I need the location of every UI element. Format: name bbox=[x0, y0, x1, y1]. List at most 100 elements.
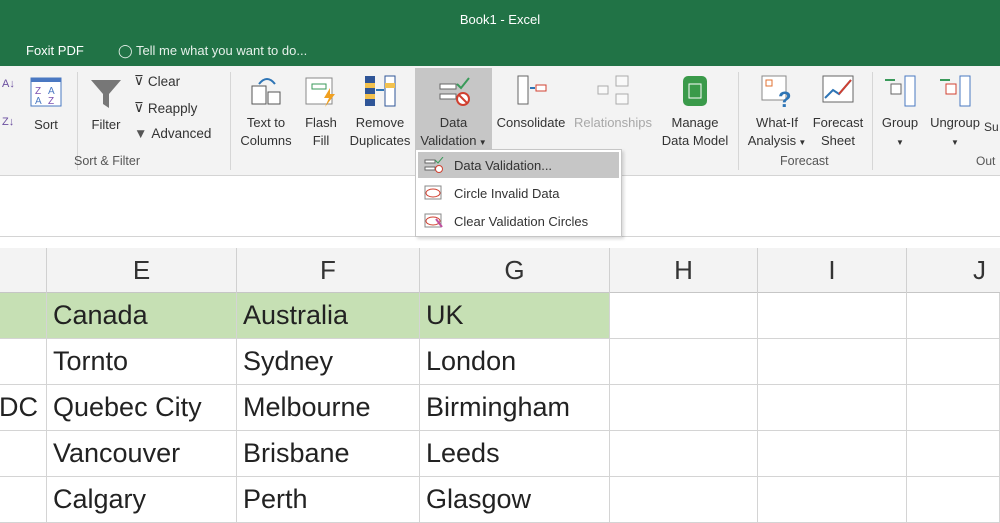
sort-button[interactable]: ZAAZ Sort bbox=[28, 76, 64, 134]
clear-filter-icon: ⊽ bbox=[134, 73, 144, 88]
manage-data-model-button[interactable]: Manage Data Model bbox=[658, 74, 732, 150]
label-line-2: Fill bbox=[312, 133, 330, 148]
consolidate-button[interactable]: Consolidate bbox=[494, 74, 568, 132]
label-line-1: Data bbox=[439, 115, 468, 130]
cell-h5[interactable] bbox=[610, 477, 758, 523]
cell-f4[interactable]: Brisbane bbox=[237, 431, 420, 477]
menu-item-data-validation[interactable]: Data Validation... bbox=[418, 152, 619, 178]
cell-g5[interactable]: Glasgow bbox=[420, 477, 610, 523]
cell-f1[interactable]: Australia bbox=[237, 293, 420, 339]
cell-i1[interactable] bbox=[758, 293, 907, 339]
group-icon bbox=[885, 75, 916, 107]
advanced-button[interactable]: ▼ Advanced bbox=[134, 126, 211, 141]
cell-f3[interactable]: Melbourne bbox=[237, 385, 420, 431]
cell-f5[interactable]: Perth bbox=[237, 477, 420, 523]
text-to-columns-icon bbox=[251, 78, 281, 105]
cell-j2[interactable] bbox=[907, 339, 1000, 385]
dropdown-arrow-icon: ▼ bbox=[476, 138, 487, 147]
column-header-e[interactable]: E bbox=[47, 248, 237, 293]
cell-j1[interactable] bbox=[907, 293, 1000, 339]
advanced-filter-icon: ▼ bbox=[134, 126, 148, 141]
text-to-columns-button[interactable]: Text to Columns bbox=[236, 74, 296, 150]
tell-me-search[interactable]: ◯ Tell me what you want to do... bbox=[118, 43, 307, 59]
sort-z-a-icon[interactable]: Z↓ bbox=[2, 116, 14, 128]
cell-i2[interactable] bbox=[758, 339, 907, 385]
label-line-2: Data Model bbox=[661, 133, 729, 148]
cell-h4[interactable] bbox=[610, 431, 758, 477]
cell-d3[interactable]: DC bbox=[0, 385, 47, 431]
sort-icon: ZAAZ bbox=[30, 77, 62, 107]
group-button[interactable]: Group ▼ bbox=[876, 74, 924, 152]
clear-label: Clear bbox=[147, 73, 181, 89]
ungroup-button[interactable]: Ungroup ▼ bbox=[926, 74, 984, 152]
cell-e4[interactable]: Vancouver bbox=[47, 431, 237, 477]
relationships-button[interactable]: Relationships bbox=[570, 74, 656, 132]
menu-item-circle-invalid-data[interactable]: Circle Invalid Data bbox=[418, 180, 619, 206]
column-header-d[interactable] bbox=[0, 248, 47, 293]
label-line-2: Columns bbox=[240, 133, 292, 148]
label-line-1: Manage bbox=[671, 115, 719, 130]
cell-h2[interactable] bbox=[610, 339, 758, 385]
what-if-analysis-button[interactable]: ? What-If Analysis ▼ bbox=[744, 74, 810, 152]
cell-f2[interactable]: Sydney bbox=[237, 339, 420, 385]
advanced-label: Advanced bbox=[151, 126, 212, 141]
cell-i4[interactable] bbox=[758, 431, 907, 477]
cell-d5[interactable] bbox=[0, 477, 47, 523]
data-validation-button[interactable]: Data Validation ▼ bbox=[415, 74, 492, 152]
cell-g1[interactable]: UK bbox=[420, 293, 610, 339]
cell-h3[interactable] bbox=[610, 385, 758, 431]
forecast-group-label: Forecast bbox=[780, 154, 829, 168]
tab-foxit-pdf[interactable]: Foxit PDF bbox=[26, 43, 84, 58]
cell-h1[interactable] bbox=[610, 293, 758, 339]
cell-g4[interactable]: Leeds bbox=[420, 431, 610, 477]
filter-button[interactable]: Filter bbox=[88, 76, 124, 134]
remove-duplicates-icon bbox=[365, 75, 396, 107]
flash-fill-icon bbox=[305, 77, 335, 107]
data-validation-icon bbox=[439, 77, 470, 106]
column-header-h[interactable]: H bbox=[610, 248, 758, 293]
cell-j5[interactable] bbox=[907, 477, 1000, 523]
subtotal-button[interactable]: Su bbox=[984, 118, 1000, 136]
label-line-1: What-If bbox=[756, 115, 798, 130]
cell-d1[interactable] bbox=[0, 293, 47, 339]
window-title: Book1 - Excel bbox=[459, 12, 541, 27]
relationships-icon bbox=[597, 75, 629, 105]
cell-e2[interactable]: Tornto bbox=[47, 339, 237, 385]
label-line-2: Duplicates bbox=[349, 133, 411, 148]
column-header-f[interactable]: F bbox=[237, 248, 420, 293]
what-if-icon: ? bbox=[761, 75, 791, 108]
sort-a-z-icon[interactable]: A↓ bbox=[2, 78, 15, 90]
label-line-2: Sheet bbox=[821, 133, 855, 148]
consolidate-label: Consolidate bbox=[496, 115, 566, 130]
dropdown-arrow-icon: ▼ bbox=[896, 138, 904, 147]
cell-d2[interactable] bbox=[0, 339, 47, 385]
remove-duplicates-button[interactable]: Remove Duplicates bbox=[346, 74, 414, 150]
cell-e1[interactable]: Canada bbox=[47, 293, 237, 339]
cell-e3[interactable]: Quebec City bbox=[47, 385, 237, 431]
menu-label: Circle Invalid Data bbox=[454, 185, 560, 201]
cell-g3[interactable]: Birmingham bbox=[420, 385, 610, 431]
svg-text:Z: Z bbox=[48, 96, 54, 107]
label-line-2: Analysis bbox=[747, 133, 797, 148]
column-header-i[interactable]: I bbox=[758, 248, 907, 293]
cell-d4[interactable] bbox=[0, 431, 47, 477]
cell-e5[interactable]: Calgary bbox=[47, 477, 237, 523]
cell-i3[interactable] bbox=[758, 385, 907, 431]
column-header-g[interactable]: G bbox=[420, 248, 610, 293]
cell-i5[interactable] bbox=[758, 477, 907, 523]
label-line-1: Remove bbox=[355, 115, 405, 130]
consolidate-icon bbox=[517, 75, 547, 105]
dropdown-arrow-icon: ▼ bbox=[796, 138, 807, 147]
flash-fill-button[interactable]: Flash Fill bbox=[300, 74, 342, 150]
column-header-j[interactable]: J bbox=[907, 248, 1000, 293]
cell-j3[interactable] bbox=[907, 385, 1000, 431]
forecast-sheet-button[interactable]: Forecast Sheet bbox=[810, 74, 866, 150]
clear-button[interactable]: ⊽ Clear bbox=[134, 73, 180, 89]
reapply-button[interactable]: ⊽ Reapply bbox=[134, 100, 197, 116]
cell-g2[interactable]: London bbox=[420, 339, 610, 385]
cell-j4[interactable] bbox=[907, 431, 1000, 477]
menu-item-clear-validation-circles[interactable]: Clear Validation Circles bbox=[418, 208, 619, 234]
sort-label: Sort bbox=[34, 117, 58, 132]
svg-text:?: ? bbox=[778, 87, 791, 108]
data-model-icon bbox=[683, 76, 707, 106]
